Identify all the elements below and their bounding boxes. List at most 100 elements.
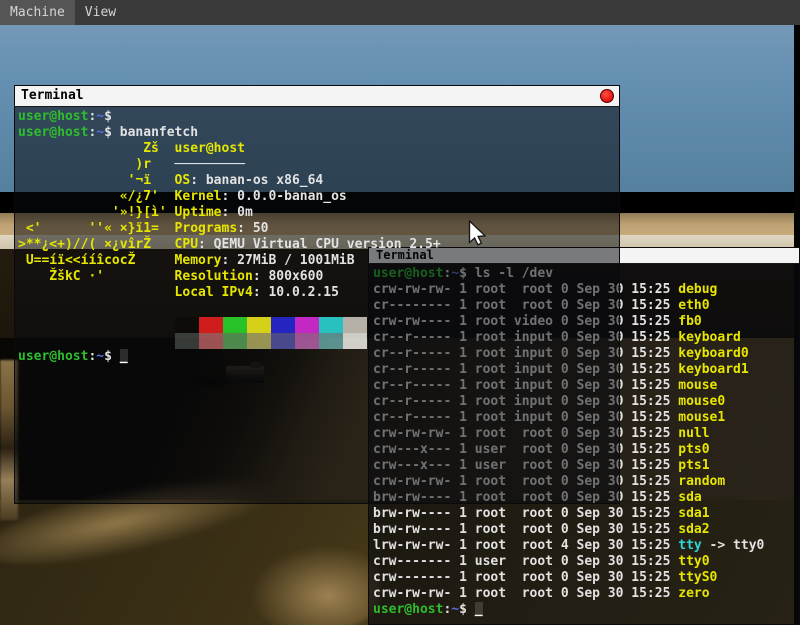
palette-swatch xyxy=(199,333,223,349)
terminal-text-segment: lrw-rw-rw- 1 root root 4 Sep 30 15:25 xyxy=(373,538,678,553)
terminal-text-segment: user@host xyxy=(175,141,245,156)
terminal-text-segment: mouse0 xyxy=(678,394,725,409)
terminal-text-segment: «/¿7' xyxy=(18,189,175,204)
terminal-text-segment: brw-rw---- 1 root root 0 Sep 30 15:25 xyxy=(373,522,678,537)
terminal-text-segment: >**¿<+)//( ×¿vîrŽ xyxy=(18,237,175,252)
terminal-text-segment: pts0 xyxy=(678,442,709,457)
terminal-text-segment: user@host xyxy=(373,602,443,617)
menu-bar: Machine View xyxy=(0,0,800,25)
terminal-line: <' ''« ×}ï1= Programs: 50 xyxy=(18,221,619,237)
terminal-window-front[interactable]: Terminal user@host:~$user@host:~$ bananf… xyxy=(14,85,620,504)
terminal-text-segment: Memory xyxy=(175,253,222,268)
terminal-text-segment: : 50 xyxy=(237,221,268,236)
terminal-text-segment: tty0 xyxy=(678,554,709,569)
terminal-text-segment: Uptime xyxy=(175,205,222,220)
terminal-text-segment: '¬ï xyxy=(18,173,175,188)
terminal-line: ŽškC ·' Resolution: 800x600 xyxy=(18,269,619,285)
terminal-line: Local IPv4: 10.0.2.15 xyxy=(18,285,619,301)
terminal-line: user@host:~$ bananfetch xyxy=(18,125,619,141)
palette-swatch xyxy=(223,333,247,349)
close-button-icon[interactable] xyxy=(600,89,614,103)
terminal-text-segment: user@host xyxy=(18,109,88,124)
menu-item-machine[interactable]: Machine xyxy=(0,0,75,25)
palette-swatch xyxy=(319,317,343,333)
palette-swatch xyxy=(247,317,271,333)
terminal-line: lrw-rw-rw- 1 root root 4 Sep 30 15:25 tt… xyxy=(373,538,799,554)
terminal-text-segment: ~ xyxy=(96,109,104,124)
menu-item-view[interactable]: View xyxy=(75,0,126,25)
front-terminal-body[interactable]: user@host:~$user@host:~$ bananfetch Zš u… xyxy=(15,107,619,503)
terminal-text-segment: -> tty0 xyxy=(702,538,765,553)
front-terminal-titlebar[interactable]: Terminal xyxy=(15,86,619,107)
terminal-line: )r ───────── xyxy=(18,157,619,173)
color-palette-row xyxy=(18,317,619,333)
terminal-text-segment: mouse xyxy=(678,378,717,393)
palette-swatch xyxy=(271,333,295,349)
terminal-text-segment: ~ xyxy=(96,125,104,140)
terminal-line: '¬ï OS: banan-os x86_64 xyxy=(18,173,619,189)
terminal-text-segment: : banan-os x86_64 xyxy=(190,173,323,188)
wallpaper-sand-corner xyxy=(250,545,380,625)
palette-swatch xyxy=(247,333,271,349)
terminal-text-segment: ~ xyxy=(96,349,104,364)
terminal-text-segment: bananfetch xyxy=(112,125,198,140)
palette-swatch xyxy=(343,317,367,333)
palette-swatch xyxy=(175,333,199,349)
palette-swatch xyxy=(199,317,223,333)
terminal-line: «/¿7' Kernel: 0.0.0-banan_os xyxy=(18,189,619,205)
terminal-line: user@host:~$ _ xyxy=(18,349,619,365)
terminal-text-segment: <' ''« ×}ï1= xyxy=(18,221,175,236)
terminal-text-segment: : 27MiB / 1001MiB xyxy=(222,253,355,268)
terminal-text-segment: eth0 xyxy=(678,298,709,313)
terminal-line: >**¿<+)//( ×¿vîrŽ CPU: QEMU Virtual CPU … xyxy=(18,237,619,253)
front-terminal-title: Terminal xyxy=(21,88,84,103)
terminal-text-segment: $ xyxy=(104,349,120,364)
terminal-text-segment: ~ xyxy=(451,602,459,617)
terminal-text-segment: crw------- 1 user root 0 Sep 30 15:25 xyxy=(373,554,678,569)
terminal-text-segment: : QEMU Virtual CPU version 2.5+ xyxy=(198,237,441,252)
terminal-text-segment: $ xyxy=(459,602,475,617)
palette-swatch xyxy=(175,317,199,333)
terminal-text-segment: : 800x600 xyxy=(253,269,323,284)
terminal-text-segment: '»!}[ì' xyxy=(18,205,175,220)
terminal-text-segment: : 10.0.2.15 xyxy=(253,285,339,300)
terminal-text-segment: null xyxy=(678,426,709,441)
palette-swatch xyxy=(271,317,295,333)
terminal-text-segment: fb0 xyxy=(678,314,701,329)
terminal-text-segment: zero xyxy=(678,586,709,601)
terminal-line: Zš user@host xyxy=(18,141,619,157)
terminal-text-segment: sda xyxy=(678,490,701,505)
terminal-text-segment: Zš xyxy=(18,141,175,156)
terminal-text-segment: keyboard1 xyxy=(678,362,748,377)
terminal-line: brw-rw---- 1 root root 0 Sep 30 15:25 sd… xyxy=(373,522,799,538)
terminal-text-segment: U==íï<<ííîcocŽ xyxy=(18,253,175,268)
terminal-text-segment: keyboard xyxy=(678,330,741,345)
terminal-text-segment: Kernel xyxy=(175,189,222,204)
terminal-text-segment: user@host xyxy=(18,349,88,364)
terminal-text-segment: ttyS0 xyxy=(678,570,717,585)
terminal-text-segment: user@host xyxy=(18,125,88,140)
terminal-text-segment: Resolution xyxy=(175,269,253,284)
terminal-text-segment: crw-rw-rw- 1 root root 0 Sep 30 15:25 xyxy=(373,586,678,601)
terminal-text-segment xyxy=(18,285,175,300)
terminal-line: user@host:~$ xyxy=(18,109,619,125)
terminal-text-segment: sda2 xyxy=(678,522,709,537)
terminal-line: U==íï<<ííîcocŽ Memory: 27MiB / 1001MiB xyxy=(18,253,619,269)
terminal-text-segment: ───────── xyxy=(175,157,245,172)
terminal-line: crw------- 1 root root 0 Sep 30 15:25 tt… xyxy=(373,570,799,586)
palette-swatch xyxy=(223,317,247,333)
terminal-text-segment: )r xyxy=(18,157,175,172)
palette-swatch xyxy=(343,333,367,349)
terminal-line xyxy=(18,301,619,317)
palette-swatch xyxy=(295,333,319,349)
terminal-text-segment: tty xyxy=(678,538,701,553)
terminal-text-segment: crw------- 1 root root 0 Sep 30 15:25 xyxy=(373,570,678,585)
terminal-text-segment: : 0m xyxy=(222,205,253,220)
terminal-text-segment: $ xyxy=(104,125,112,140)
mouse-cursor-icon xyxy=(468,220,487,247)
terminal-text-segment: mouse1 xyxy=(678,410,725,425)
terminal-text-segment: $ xyxy=(104,109,112,124)
vm-screen: Machine View Terminal user@host:~$ ls -l… xyxy=(0,0,800,625)
terminal-text-segment: _ xyxy=(475,602,483,617)
terminal-text-segment: ŽškC ·' xyxy=(18,269,175,284)
